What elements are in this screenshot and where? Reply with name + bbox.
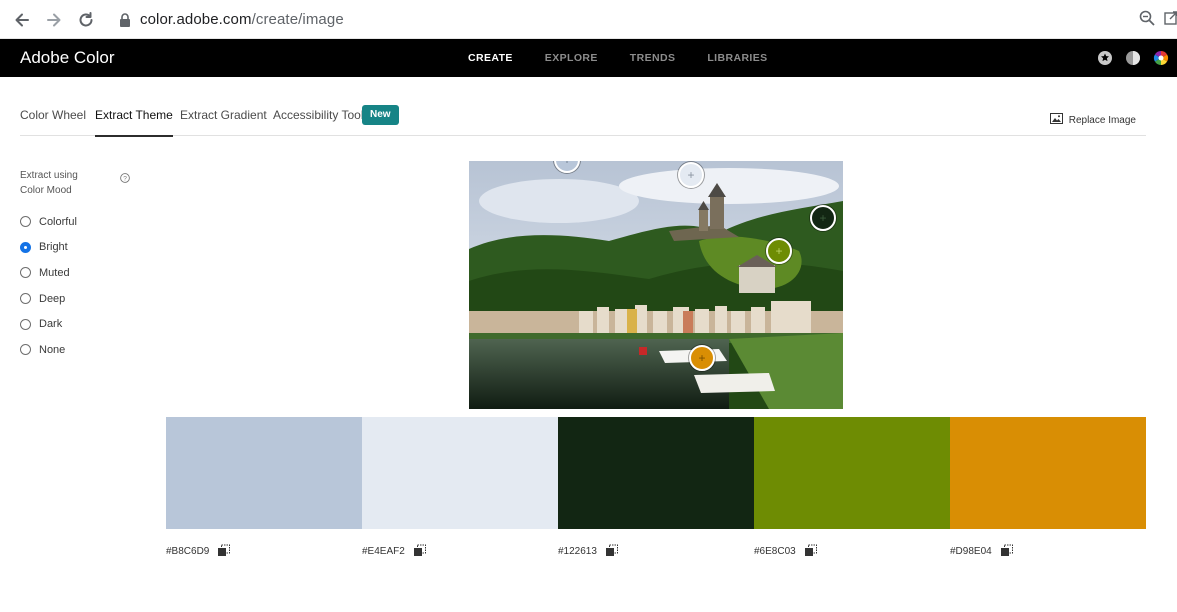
swatch-4[interactable] [754, 417, 950, 529]
radio-none[interactable] [20, 344, 31, 356]
picker-handle-2[interactable]: + [678, 162, 704, 188]
radio-colorful[interactable] [20, 216, 31, 228]
picker-handle-5[interactable]: + [689, 345, 715, 371]
mood-label: Bright [39, 241, 68, 254]
nav-explore[interactable]: EXPLORE [545, 52, 598, 64]
hex-value[interactable]: #E4EAF2 [362, 546, 405, 557]
swatch-1[interactable] [166, 417, 362, 529]
hex-cell-4: #6E8C03 [754, 544, 950, 558]
nav-create[interactable]: CREATE [468, 52, 513, 64]
swatch-2[interactable] [362, 417, 558, 529]
radio-muted[interactable] [20, 267, 31, 279]
tab-accessibility-tools[interactable]: Accessibility Tools [273, 108, 369, 122]
forward-icon[interactable] [42, 8, 66, 32]
hex-cell-5: #D98E04 [950, 544, 1146, 558]
hex-cell-2: #E4EAF2 [362, 544, 558, 558]
swatch-3[interactable] [558, 417, 754, 529]
mood-option-bright[interactable]: Bright [20, 235, 77, 261]
swatch-5[interactable] [950, 417, 1146, 529]
mood-label: Colorful [39, 215, 77, 228]
star-badge-icon[interactable] [1097, 50, 1113, 66]
hex-value[interactable]: #122613 [558, 546, 597, 557]
replace-image-button[interactable]: Replace Image [1049, 113, 1136, 127]
mood-option-dark[interactable]: Dark [20, 311, 77, 337]
lock-icon [118, 12, 132, 27]
mood-option-deep[interactable]: Deep [20, 286, 77, 312]
svg-text:?: ? [123, 176, 127, 183]
color-wheel-icon[interactable] [1153, 50, 1169, 66]
hex-codes: #B8C6D9 #E4EAF2 #122613 #6E8C03 #D98E04 [166, 544, 1146, 558]
hex-cell-1: #B8C6D9 [166, 544, 362, 558]
browser-toolbar: color.adobe.com/create/image [0, 0, 1177, 39]
mood-options: Colorful Bright Muted Deep Dark None [20, 209, 77, 363]
picker-handle-3[interactable]: + [810, 205, 836, 231]
app-header: Adobe Color CREATE EXPLORE TRENDS LIBRAR… [0, 39, 1177, 77]
share-icon[interactable] [1163, 10, 1177, 31]
nav-trends[interactable]: TRENDS [630, 52, 676, 64]
zoom-icon[interactable] [1139, 10, 1155, 31]
mood-option-colorful[interactable]: Colorful [20, 209, 77, 235]
mood-label: Deep [39, 292, 66, 305]
mood-label: Muted [39, 266, 70, 279]
main-nav: CREATE EXPLORE TRENDS LIBRARIES [468, 39, 800, 77]
theme-swatches [166, 417, 1146, 529]
theme-toggle-icon[interactable] [1125, 50, 1141, 66]
nav-libraries[interactable]: LIBRARIES [707, 52, 767, 64]
address-bar[interactable]: color.adobe.com/create/image [110, 4, 1150, 35]
reload-icon[interactable] [74, 8, 98, 32]
mood-label: Dark [39, 318, 63, 331]
copy-icon[interactable] [217, 544, 231, 558]
url-text: color.adobe.com/create/image [140, 11, 344, 28]
radio-dark[interactable] [20, 318, 31, 330]
brand-title[interactable]: Adobe Color [20, 48, 115, 68]
help-icon[interactable]: ? [120, 170, 130, 188]
tab-extract-gradient[interactable]: Extract Gradient [180, 108, 267, 122]
new-badge: New [362, 105, 399, 125]
mood-option-none[interactable]: None [20, 337, 77, 363]
picker-handle-4[interactable]: + [766, 238, 792, 264]
copy-icon[interactable] [1000, 544, 1014, 558]
copy-icon[interactable] [605, 544, 619, 558]
create-tabs: Color Wheel Extract Theme Extract Gradie… [20, 104, 1146, 137]
mood-heading: Extract using Color Mood [20, 170, 78, 196]
mood-label: None [39, 343, 66, 356]
tab-extract-theme[interactable]: Extract Theme [95, 108, 173, 137]
copy-icon[interactable] [413, 544, 427, 558]
radio-deep[interactable] [20, 293, 31, 305]
tab-color-wheel[interactable]: Color Wheel [20, 108, 86, 122]
source-photo: + + + + + [469, 161, 843, 409]
back-icon[interactable] [10, 8, 34, 32]
hex-value[interactable]: #6E8C03 [754, 546, 796, 557]
image-icon [1049, 113, 1063, 127]
header-icons [1097, 50, 1169, 66]
radio-bright[interactable] [20, 241, 31, 253]
copy-icon[interactable] [804, 544, 818, 558]
hex-cell-3: #122613 [558, 544, 754, 558]
hex-value[interactable]: #B8C6D9 [166, 546, 209, 557]
landscape-illustration [469, 161, 843, 409]
replace-image-label: Replace Image [1068, 114, 1136, 126]
mood-option-muted[interactable]: Muted [20, 260, 77, 286]
hex-value[interactable]: #D98E04 [950, 546, 992, 557]
